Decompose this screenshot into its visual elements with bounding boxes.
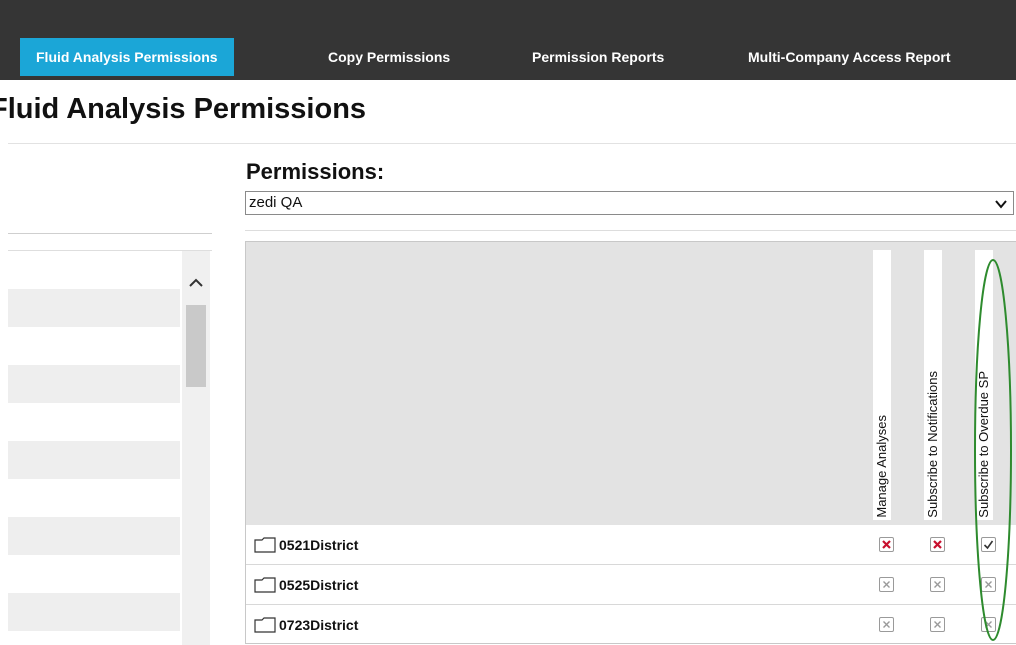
grid-header [246,242,1016,525]
table-row[interactable]: 0521District [246,525,1016,565]
scrollbar-thumb[interactable] [186,305,206,387]
tab-multi-company-access-report[interactable]: Multi-Company Access Report [748,38,951,76]
chevron-up-icon[interactable] [186,273,206,293]
x-icon [934,621,941,628]
checkbox-manage-analyses[interactable] [879,577,894,592]
folder-icon [254,577,276,593]
permissions-label: Permissions: [246,159,385,184]
list-item[interactable] [8,517,180,555]
list-item[interactable] [8,289,180,327]
checkbox-subscribe-notifications[interactable] [930,617,945,632]
tab-permission-reports[interactable]: Permission Reports [532,38,664,76]
x-icon [985,581,992,588]
table-row[interactable]: 0525District [246,565,1016,605]
district-name: 0525District [279,577,359,593]
permissions-grid: Manage Analyses Subscribe to Notificatio… [245,241,1016,644]
table-row[interactable]: 0723District [246,605,1016,643]
left-panel-divider [8,233,212,234]
list-item[interactable] [8,631,180,645]
x-icon [933,540,942,549]
district-name: 0521District [279,537,359,553]
list-item[interactable] [8,251,180,289]
list-item[interactable] [8,555,180,593]
list-item[interactable] [8,403,180,441]
checkbox-manage-analyses[interactable] [879,617,894,632]
page-title: Fluid Analysis Permissions [0,93,367,125]
chevron-down-icon [995,200,1007,209]
column-header-subscribe-overdue-sp: Subscribe to Overdue SP [975,250,993,520]
checkbox-subscribe-notifications[interactable] [930,577,945,592]
tab-copy-permissions[interactable]: Copy Permissions [328,38,450,76]
title-divider [8,143,1016,144]
list-item[interactable] [8,593,180,631]
checkbox-manage-analyses[interactable] [879,537,894,552]
folder-icon [254,537,276,553]
x-icon [883,581,890,588]
list-item[interactable] [8,365,180,403]
permissions-select-value: zedi QA [249,194,303,211]
checkbox-subscribe-overdue-sp[interactable] [981,617,996,632]
checkbox-subscribe-overdue-sp[interactable] [981,577,996,592]
district-name: 0723District [279,617,359,633]
list-item[interactable] [8,327,180,365]
left-list-panel [8,250,212,645]
checkbox-subscribe-notifications[interactable] [930,537,945,552]
x-icon [985,621,992,628]
x-icon [934,581,941,588]
checkbox-subscribe-overdue-sp[interactable] [981,537,996,552]
x-icon [883,621,890,628]
column-header-manage-analyses: Manage Analyses [873,250,891,520]
tab-fluid-analysis-permissions[interactable]: Fluid Analysis Permissions [20,38,234,76]
check-icon [983,540,994,550]
column-header-subscribe-notifications: Subscribe to Notifications [924,250,942,520]
list-item[interactable] [8,441,180,479]
top-nav-bar: Fluid Analysis Permissions Copy Permissi… [0,0,1016,80]
x-icon [882,540,891,549]
permissions-select[interactable]: zedi QA [245,191,1014,215]
selector-divider [245,230,1016,231]
folder-icon [254,617,276,633]
list-item[interactable] [8,479,180,517]
